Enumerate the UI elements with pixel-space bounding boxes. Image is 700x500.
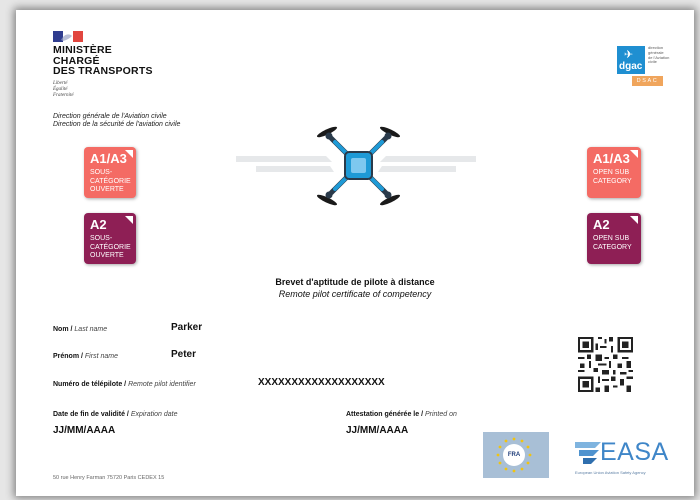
badge-code: A1/A3	[593, 151, 630, 166]
badge-desc-line: OPEN SUB	[593, 235, 630, 242]
label-fr: Prénom /	[53, 353, 83, 360]
badge-a1-a3-en: A1/A3 OPEN SUB CATEGORY	[587, 147, 641, 198]
label-en: Remote pilot identifier	[128, 381, 196, 388]
label-en: First name	[84, 353, 118, 360]
fra-code: FRA	[503, 444, 525, 466]
ministry-line: DES TRANSPORTS	[53, 65, 153, 77]
dsac-bar: DSAC	[632, 76, 663, 86]
badge-desc-line: CATÉGORIE	[90, 177, 131, 185]
badge-a2-en: A2 OPEN SUB CATEGORY	[587, 213, 641, 264]
certificate-title: Brevet d'aptitude de pilote à distance	[275, 277, 435, 287]
badge-desc-line: OUVERTE	[90, 252, 124, 259]
easa-logo: EASA European Union Aviation Safety Agen…	[575, 438, 685, 478]
pilot-id-label: Numéro de télépilote / Remote pilot iden…	[53, 381, 196, 388]
label-fr: Date de fin de validité /	[53, 411, 129, 418]
printed-on-label: Attestation générée le / Printed on	[346, 411, 457, 418]
ministry-line: MINISTÈRE	[53, 44, 112, 56]
address-footer: 50 rue Henry Farman 75720 Paris CEDEX 15	[53, 475, 165, 481]
first-name-value: Peter	[171, 349, 197, 360]
badge-desc-line: CATEGORY	[593, 243, 632, 251]
plane-icon: ✈	[624, 49, 634, 61]
label-en: Printed on	[424, 411, 457, 418]
pilot-id-value: XXXXXXXXXXXXXXXXXXX	[258, 377, 385, 388]
republic-motto: Liberté Égalité Fraternité	[53, 81, 74, 99]
easa-wing-icon	[575, 442, 601, 464]
badge-a1-a3-fr: A1/A3 SOUS- CATÉGORIE OUVERTE	[84, 147, 136, 198]
dgac-square: ✈ dgac	[617, 46, 645, 74]
badge-code: A1/A3	[90, 151, 127, 166]
motto-line: Fraternité	[53, 93, 74, 98]
last-name-value: Parker	[171, 322, 203, 333]
ministry-name: MINISTÈRE CHARGÉ DES TRANSPORTS	[53, 45, 153, 77]
qr-code-icon	[578, 337, 633, 392]
marianne-flag-logo	[53, 31, 83, 42]
badge-description: SOUS- CATÉGORIE OUVERTE	[90, 235, 131, 261]
dgac-small-text: direction générale de l'Aviation civile	[648, 45, 682, 65]
badge-corner-icon	[125, 216, 133, 224]
badge-code: A2	[593, 217, 610, 232]
printed-on-value: JJ/MM/AAAA	[346, 425, 409, 436]
dgac-small-line: civile	[648, 59, 657, 65]
label-fr: Nom /	[53, 326, 73, 333]
badge-desc-line: OPEN SUB	[593, 169, 630, 176]
label-en: Expiration date	[130, 411, 178, 418]
dgac-logo: ✈ dgac direction générale de l'Aviation …	[617, 45, 682, 86]
drone-icon	[316, 126, 401, 206]
label-en: Last name	[74, 326, 108, 333]
badge-description: OPEN SUB CATEGORY	[593, 235, 632, 252]
certificate-page: MINISTÈRE CHARGÉ DES TRANSPORTS Liberté …	[16, 10, 694, 496]
badge-description: SOUS- CATÉGORIE OUVERTE	[90, 169, 131, 195]
badge-desc-line: OUVERTE	[90, 186, 124, 193]
label-fr: Attestation générée le /	[346, 411, 424, 418]
badge-description: OPEN SUB CATEGORY	[593, 169, 632, 186]
expiry-label: Date de fin de validité / Expiration dat…	[53, 411, 178, 418]
easa-wordmark: EASA	[600, 438, 669, 466]
label-fr: Numéro de télépilote /	[53, 381, 127, 388]
last-name-label: Nom / Last name	[53, 326, 107, 333]
badge-desc-line: SOUS-	[90, 235, 113, 242]
badge-code: A2	[90, 217, 107, 232]
directorate-text: Direction générale de l'Aviation civile …	[53, 113, 180, 129]
certificate-subtitle: Remote pilot certificate of competency	[278, 289, 432, 299]
badge-corner-icon	[630, 150, 638, 158]
badge-desc-line: CATEGORY	[593, 177, 632, 185]
directorate-line-2: Direction de la sécurité de l'aviation c…	[53, 121, 181, 128]
directorate-line-1: Direction générale de l'Aviation civile	[53, 113, 167, 120]
badge-desc-line: SOUS-	[90, 169, 113, 176]
badge-a2-fr: A2 SOUS- CATÉGORIE OUVERTE	[84, 213, 136, 264]
expiry-value: JJ/MM/AAAA	[53, 425, 116, 436]
badge-desc-line: CATÉGORIE	[90, 243, 131, 251]
first-name-label: Prénom / First name	[53, 353, 118, 360]
dgac-word: dgac	[619, 61, 643, 72]
easa-subtitle: European Union Aviation Safety Agency	[575, 470, 646, 475]
fra-logo: FRA	[483, 432, 549, 478]
badge-corner-icon	[630, 216, 638, 224]
